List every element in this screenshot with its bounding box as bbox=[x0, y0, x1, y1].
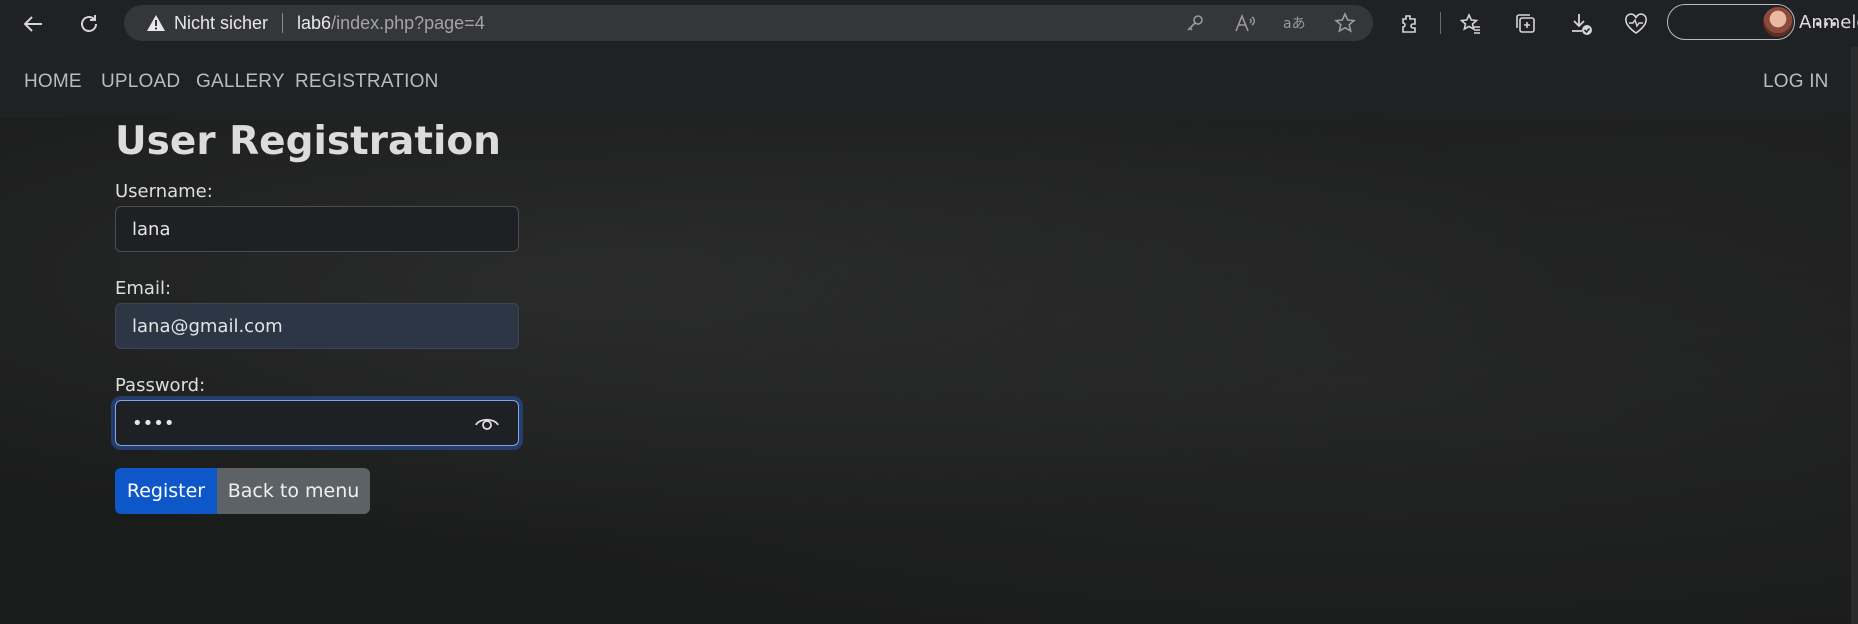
username-value: lana bbox=[132, 218, 171, 240]
address-bar[interactable]: Nicht sicher lab6/index.php?page=4 aあ bbox=[124, 5, 1373, 41]
username-field[interactable]: lana bbox=[115, 206, 519, 252]
svg-text:aあ: aあ bbox=[1283, 16, 1306, 32]
nav-login[interactable]: LOG IN bbox=[1763, 71, 1829, 93]
warning-icon[interactable] bbox=[146, 14, 166, 32]
downloads-icon[interactable] bbox=[1565, 8, 1597, 40]
eye-icon[interactable] bbox=[474, 413, 500, 433]
scrollbar[interactable] bbox=[1851, 47, 1858, 624]
read-aloud-icon[interactable] bbox=[1233, 11, 1257, 35]
browser-toolbar: Nicht sicher lab6/index.php?page=4 aあ An… bbox=[0, 0, 1858, 47]
back-to-menu-button[interactable]: Back to menu bbox=[217, 468, 370, 514]
page-body: HOME UPLOAD GALLERY REGISTRATION LOG IN … bbox=[0, 47, 1851, 624]
nav-upload[interactable]: UPLOAD bbox=[101, 71, 180, 93]
url-path: /index.php?page=4 bbox=[331, 12, 485, 33]
address-separator bbox=[282, 13, 284, 33]
nav-gallery[interactable]: GALLERY bbox=[196, 71, 285, 93]
email-value: lana@gmail.com bbox=[132, 315, 283, 337]
favorites-icon[interactable] bbox=[1455, 8, 1487, 40]
password-value: •••• bbox=[132, 412, 175, 434]
translate-icon[interactable]: aあ bbox=[1283, 11, 1307, 35]
nav-home[interactable]: HOME bbox=[24, 71, 82, 93]
email-field[interactable]: lana@gmail.com bbox=[115, 303, 519, 349]
more-menu-icon[interactable] bbox=[1810, 8, 1842, 40]
back-icon[interactable] bbox=[17, 8, 49, 40]
collections-icon[interactable] bbox=[1510, 8, 1542, 40]
email-label: Email: bbox=[115, 278, 172, 299]
page-title: User Registration bbox=[115, 119, 501, 164]
password-label: Password: bbox=[115, 375, 206, 396]
username-label: Username: bbox=[115, 181, 213, 202]
toolbar-separator bbox=[1440, 12, 1441, 34]
browser-essentials-icon[interactable] bbox=[1620, 8, 1652, 40]
key-icon[interactable] bbox=[1183, 11, 1207, 35]
site-navbar: HOME UPLOAD GALLERY REGISTRATION LOG IN bbox=[0, 47, 1851, 118]
favorite-star-icon[interactable] bbox=[1333, 11, 1357, 35]
url-text[interactable]: lab6/index.php?page=4 bbox=[297, 13, 485, 34]
extensions-icon[interactable] bbox=[1393, 8, 1425, 40]
security-status[interactable]: Nicht sicher bbox=[174, 13, 268, 34]
url-host: lab6 bbox=[297, 12, 332, 33]
signin-button[interactable]: Anmelden bbox=[1667, 4, 1858, 40]
avatar bbox=[1763, 7, 1793, 37]
password-field[interactable]: •••• bbox=[115, 400, 519, 446]
reload-icon[interactable] bbox=[73, 8, 105, 40]
nav-registration[interactable]: REGISTRATION bbox=[295, 71, 439, 93]
register-button[interactable]: Register bbox=[115, 468, 217, 514]
